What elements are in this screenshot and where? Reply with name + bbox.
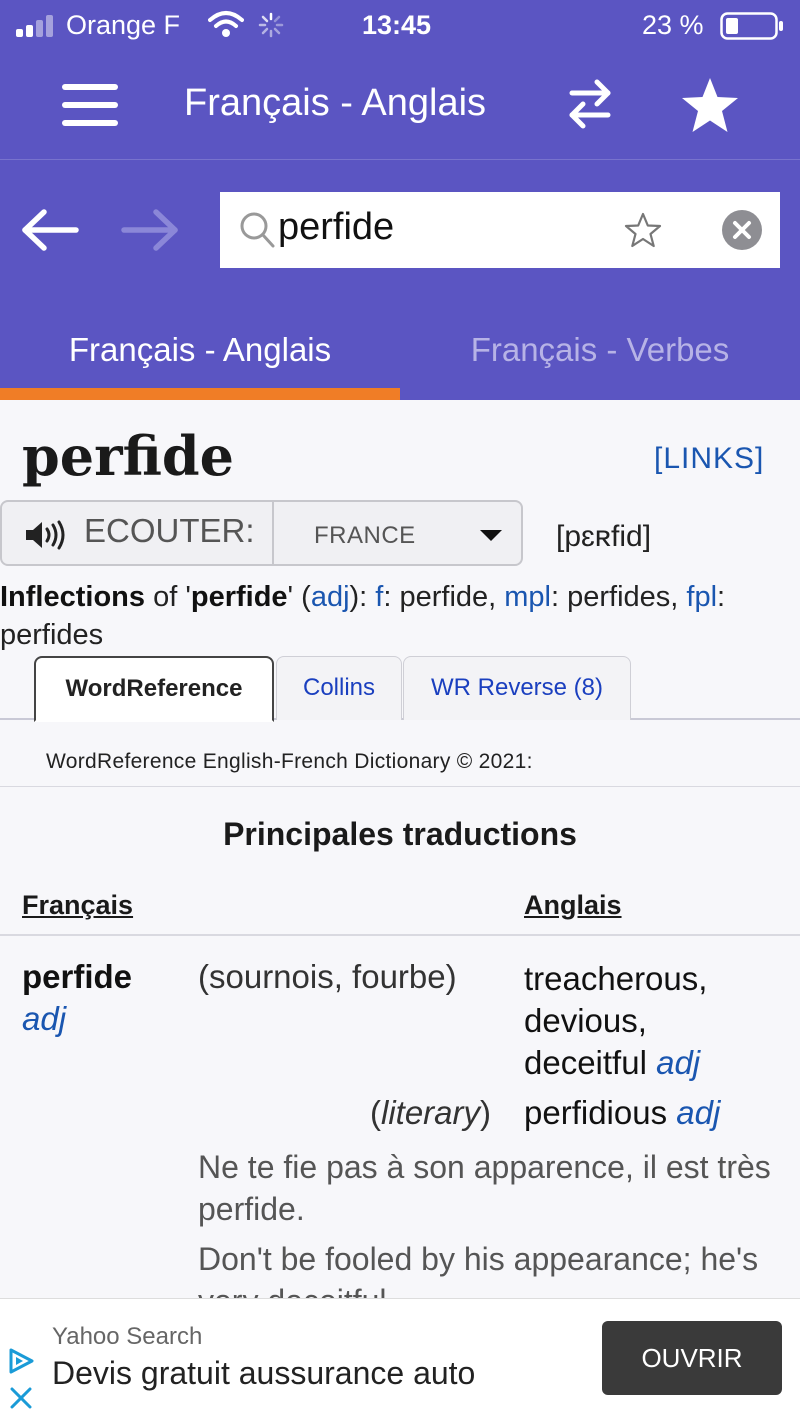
status-bar: Orange F 13:45 23 %: [0, 0, 800, 52]
dictionary-content: perfide [LINKS] ECOUTER: FRANCE [pɛʀfid]…: [0, 400, 800, 1298]
clear-icon[interactable]: [722, 210, 762, 250]
dictionary-copyright: WordReference English-French Dictionary …: [46, 750, 533, 773]
masculine-plural-link[interactable]: mpl: [504, 581, 551, 613]
tab-wordreference[interactable]: WordReference: [34, 656, 274, 722]
tab-francais-verbes[interactable]: Français - Verbes: [400, 300, 800, 400]
inflections-text: of ': [145, 581, 191, 613]
speaker-icon[interactable]: [24, 520, 70, 550]
column-header-source: Français: [22, 890, 134, 920]
entry-translations: treacherous, devious, deceitful adj: [524, 958, 794, 1084]
listen-control: ECOUTER: FRANCE: [0, 500, 523, 566]
wifi-icon: [208, 11, 244, 37]
menu-icon[interactable]: [62, 84, 118, 126]
top-header: Orange F 13:45 23 % Français - Anglais p…: [0, 0, 800, 400]
links-link[interactable]: [LINKS]: [654, 442, 764, 476]
search-input[interactable]: perfide: [220, 192, 780, 268]
activity-spinner-icon: [258, 12, 284, 38]
translation-pos: adj: [656, 1044, 701, 1081]
ad-banner[interactable]: Yahoo Search Devis gratuit aussurance au…: [0, 1298, 800, 1420]
ad-headline[interactable]: Devis gratuit aussurance auto: [52, 1355, 475, 1392]
signal-icon: [16, 15, 53, 37]
chevron-down-icon: [480, 530, 502, 541]
active-tab-indicator: [0, 388, 400, 400]
tab-wr-reverse[interactable]: WR Reverse (8): [403, 656, 631, 720]
translation: perfidious: [524, 1094, 668, 1131]
swap-icon[interactable]: [566, 78, 614, 130]
inflections-label: Inflections: [0, 581, 146, 613]
example-sentence-fr: Ne te fie pas à son apparence, il est tr…: [198, 1149, 771, 1227]
search-icon: [240, 212, 275, 248]
accent-select-value: FRANCE: [314, 522, 416, 549]
inflections-word: perfide: [190, 581, 288, 613]
divider: [0, 934, 800, 936]
ad-source: Yahoo Search: [52, 1323, 203, 1350]
star-icon[interactable]: [680, 76, 740, 134]
forward-arrow-icon: [121, 209, 178, 251]
pos-link[interactable]: adj: [311, 581, 350, 613]
entry-sense: (sournois, fourbe): [198, 958, 457, 995]
dictionary-tabs: WordReference Collins WR Reverse (8): [0, 654, 800, 722]
tab-collins[interactable]: Collins: [276, 656, 402, 720]
battery-icon: [720, 12, 783, 40]
entry-pos: adj: [22, 1000, 67, 1037]
inflection-value: : perfide,: [383, 581, 505, 613]
feminine-plural-link[interactable]: fpl: [686, 581, 717, 613]
carrier-name: Orange F: [66, 10, 181, 40]
translation-pos: adj: [676, 1094, 721, 1131]
app-bar: Français - Anglais: [0, 52, 800, 160]
register-label: literary: [381, 1094, 481, 1131]
inflection-value: : perfides,: [551, 581, 687, 613]
pronunciation: [pɛʀfid]: [556, 520, 652, 553]
inflections-line: Inflections of 'perfide' (adj): f: perfi…: [0, 578, 800, 654]
battery-percentage: 23 %: [642, 10, 704, 40]
close-icon[interactable]: [8, 1385, 34, 1411]
headword: perfide: [22, 424, 234, 488]
clock: 13:45: [362, 10, 432, 40]
ad-open-button[interactable]: OUVRIR: [602, 1321, 782, 1395]
back-arrow-icon[interactable]: [20, 208, 80, 252]
language-tabs: Français - Anglais Français - Verbes: [0, 300, 800, 400]
literary-translation: perfidious adj: [524, 1094, 720, 1132]
listen-button[interactable]: ECOUTER:: [84, 512, 255, 550]
paren: ): [480, 1094, 492, 1131]
column-header-target: Anglais: [524, 890, 622, 920]
translation: devious,: [524, 1002, 647, 1039]
divider: [0, 786, 800, 787]
adchoices-icon[interactable]: [6, 1347, 36, 1375]
register-note: (literary): [370, 1094, 491, 1132]
inflections-text: ' (: [287, 581, 311, 613]
tab-francais-anglais[interactable]: Français - Anglais: [0, 300, 400, 400]
search-row: perfide: [0, 160, 800, 300]
example-sentence-en: Don't be fooled by his appearance; he's …: [198, 1241, 759, 1298]
accent-select[interactable]: FRANCE: [274, 502, 521, 564]
favorite-star-icon[interactable]: [624, 212, 662, 248]
section-title: Principales traductions: [223, 816, 577, 852]
inflections-text: ):: [349, 581, 376, 613]
app-title: Français - Anglais: [184, 82, 487, 124]
entry-word: perfide: [22, 958, 133, 995]
translation: deceitful: [524, 1044, 647, 1081]
paren: (: [370, 1094, 381, 1131]
translation: treacherous,: [524, 960, 708, 997]
search-query[interactable]: perfide: [278, 206, 394, 249]
